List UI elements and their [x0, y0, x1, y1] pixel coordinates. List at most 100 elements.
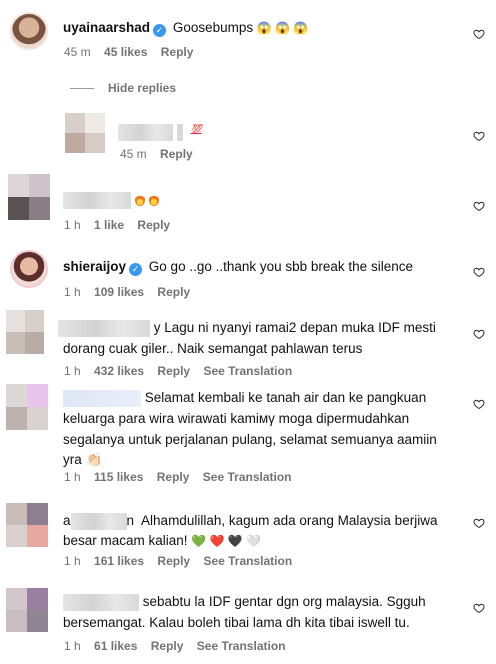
comment-meta: 45 m 45 likes Reply — [64, 45, 203, 59]
likes-count[interactable]: 45 likes — [104, 45, 147, 59]
heart-emojis: 💚 ❤️ 🖤 🤍 — [191, 534, 262, 548]
comment-body: shieraijoy ✓ Go go ..go ..thank you sbb b… — [63, 257, 413, 277]
see-translation-button[interactable]: See Translation — [203, 364, 292, 378]
heart-icon[interactable] — [473, 28, 485, 40]
username[interactable]: shieraijoy — [63, 259, 126, 274]
avatar[interactable] — [6, 503, 48, 547]
comment-lead: a — [63, 513, 71, 528]
redacted-username — [63, 389, 141, 407]
comment-meta: 1 h 1 like Reply — [64, 218, 180, 232]
verified-badge-icon: ✓ — [129, 263, 143, 276]
hundred-emoji: 💯 — [190, 124, 202, 134]
likes-count[interactable]: 109 likes — [94, 285, 144, 299]
redacted-username — [70, 512, 127, 530]
comment-sebabtu: sebabtu la IDF gentar dgn org malaysia. … — [0, 578, 496, 664]
redacted-username — [58, 319, 150, 337]
comment-time: 45 m — [120, 147, 147, 161]
comment-line-1: y Lagu ni nyanyi ramai2 depan muka IDF m… — [58, 318, 436, 338]
comment-text: Selamat kembali ke tanah air dan ke pang… — [144, 390, 427, 405]
comment-shieraijoy: shieraijoy ✓ Go go ..go ..thank you sbb b… — [0, 248, 496, 306]
comment-text: Alhamdulillah, kagum ada orang Malaysia … — [141, 513, 438, 528]
comment-time: 1 h — [64, 364, 81, 378]
reply-button[interactable]: Reply — [157, 554, 190, 568]
comment-line-2: keluarga para wira wirawati kamiмγ moga … — [63, 411, 410, 426]
heart-icon[interactable] — [473, 200, 485, 212]
comment-uyainaarshad: uyainaarshad ✓ Goosebumps 😱 😱 😱 45 m 45 l… — [0, 0, 496, 70]
reply-button[interactable]: Reply — [157, 285, 190, 299]
username[interactable]: uyainaarshad — [63, 20, 150, 35]
comment-line-4: yra 👏🏻 — [63, 452, 103, 467]
reply-button[interactable]: Reply — [157, 470, 190, 484]
redacted-username — [118, 123, 173, 141]
avatar[interactable] — [10, 250, 48, 288]
verified-badge-icon: ✓ — [153, 24, 167, 37]
see-translation-button[interactable]: See Translation — [203, 554, 292, 568]
comment-alhamdulillah: a n Alhamdulillah, kagum ada orang Malays… — [0, 495, 496, 575]
heart-icon[interactable] — [473, 517, 485, 529]
heart-icon[interactable] — [473, 602, 485, 614]
fire-emoji-icon — [148, 193, 159, 206]
heart-icon[interactable] — [473, 398, 485, 410]
reply-button[interactable]: Reply — [137, 218, 170, 232]
reply-button[interactable]: Reply — [151, 639, 184, 653]
comment-meta: 1 h 115 likes Reply See Translation — [64, 470, 302, 484]
emoji-scream: 😱 😱 😱 — [256, 21, 309, 35]
likes-count[interactable]: 432 likes — [94, 364, 144, 378]
comment-text: Goosebumps — [172, 20, 254, 35]
comment-body — [63, 190, 163, 210]
avatar[interactable] — [6, 384, 48, 430]
comment-line-2: bersemangat. Kalau boleh tibai lama dh k… — [63, 615, 410, 630]
hide-replies-button[interactable]: Hide replies — [108, 81, 176, 95]
redacted-username — [63, 191, 131, 209]
likes-count[interactable]: 1 like — [94, 218, 124, 232]
comment-meta: 45 m Reply — [120, 147, 203, 161]
comment-meta: 1 h 109 likes Reply — [64, 285, 200, 299]
comment-time: 1 h — [64, 554, 81, 568]
fire-emoji-icon — [134, 193, 145, 206]
redacted-username — [63, 593, 139, 611]
heart-icon[interactable] — [473, 130, 485, 142]
comment-time: 1 h — [64, 470, 81, 484]
avatar[interactable] — [8, 174, 50, 220]
comment-text: Go go ..go ..thank you sbb break the sil… — [148, 259, 413, 274]
likes-count[interactable]: 61 likes — [94, 639, 137, 653]
divider-line — [70, 88, 94, 89]
comment-selamat: Selamat kembali ke tanah air dan ke pang… — [0, 382, 496, 490]
comment-line-2: besar macam kalian! 💚 ❤️ 🖤 🤍 — [63, 531, 261, 551]
comment-line-3: segalanya untuk perjalanan pulang, selam… — [63, 432, 437, 447]
comment-body: 💯 — [118, 119, 202, 142]
redacted-text — [176, 123, 183, 141]
comment-fire: 1 h 1 like Reply — [0, 172, 496, 240]
heart-icon[interactable] — [473, 266, 485, 278]
comment-time: 45 m — [64, 45, 91, 59]
comment-line-1: Selamat kembali ke tanah air dan ke pang… — [63, 388, 426, 408]
comment-text: sebabtu la IDF gentar dgn org malaysia. … — [142, 594, 426, 609]
avatar[interactable] — [10, 12, 48, 50]
reply-button[interactable]: Reply — [160, 147, 193, 161]
comment-idf: y Lagu ni nyanyi ramai2 depan muka IDF m… — [0, 308, 496, 383]
avatar[interactable] — [6, 310, 44, 354]
comment-line-2: dorang cuak giler.. Naik semangat pahlaw… — [63, 341, 363, 356]
see-translation-button[interactable]: See Translation — [197, 639, 286, 653]
reply-button[interactable]: Reply — [161, 45, 194, 59]
heart-icon[interactable] — [473, 328, 485, 340]
comment-body: uyainaarshad ✓ Goosebumps 😱 😱 😱 — [63, 18, 308, 38]
comment-meta: 1 h 432 likes Reply See Translation — [64, 364, 302, 378]
comment-tail: n — [126, 513, 135, 528]
likes-count[interactable]: 161 likes — [94, 554, 144, 568]
comment-line-1: sebabtu la IDF gentar dgn org malaysia. … — [63, 592, 426, 612]
comment-line-1: a n Alhamdulillah, kagum ada orang Malays… — [63, 511, 437, 531]
comment-time: 1 h — [64, 285, 81, 299]
comment-text: y Lagu ni nyanyi ramai2 depan muka IDF m… — [153, 320, 436, 335]
reply-blurred: 💯 45 m Reply — [0, 105, 496, 165]
comment-text: besar macam kalian! — [63, 533, 188, 548]
likes-count[interactable]: 115 likes — [94, 470, 143, 484]
comment-time: 1 h — [64, 639, 81, 653]
reply-button[interactable]: Reply — [157, 364, 190, 378]
see-translation-button[interactable]: See Translation — [203, 470, 292, 484]
comment-meta: 1 h 61 likes Reply See Translation — [64, 639, 295, 653]
comment-meta: 1 h 161 likes Reply See Translation — [64, 554, 302, 568]
avatar[interactable] — [6, 588, 48, 632]
comment-time: 1 h — [64, 218, 81, 232]
avatar[interactable] — [65, 113, 105, 153]
